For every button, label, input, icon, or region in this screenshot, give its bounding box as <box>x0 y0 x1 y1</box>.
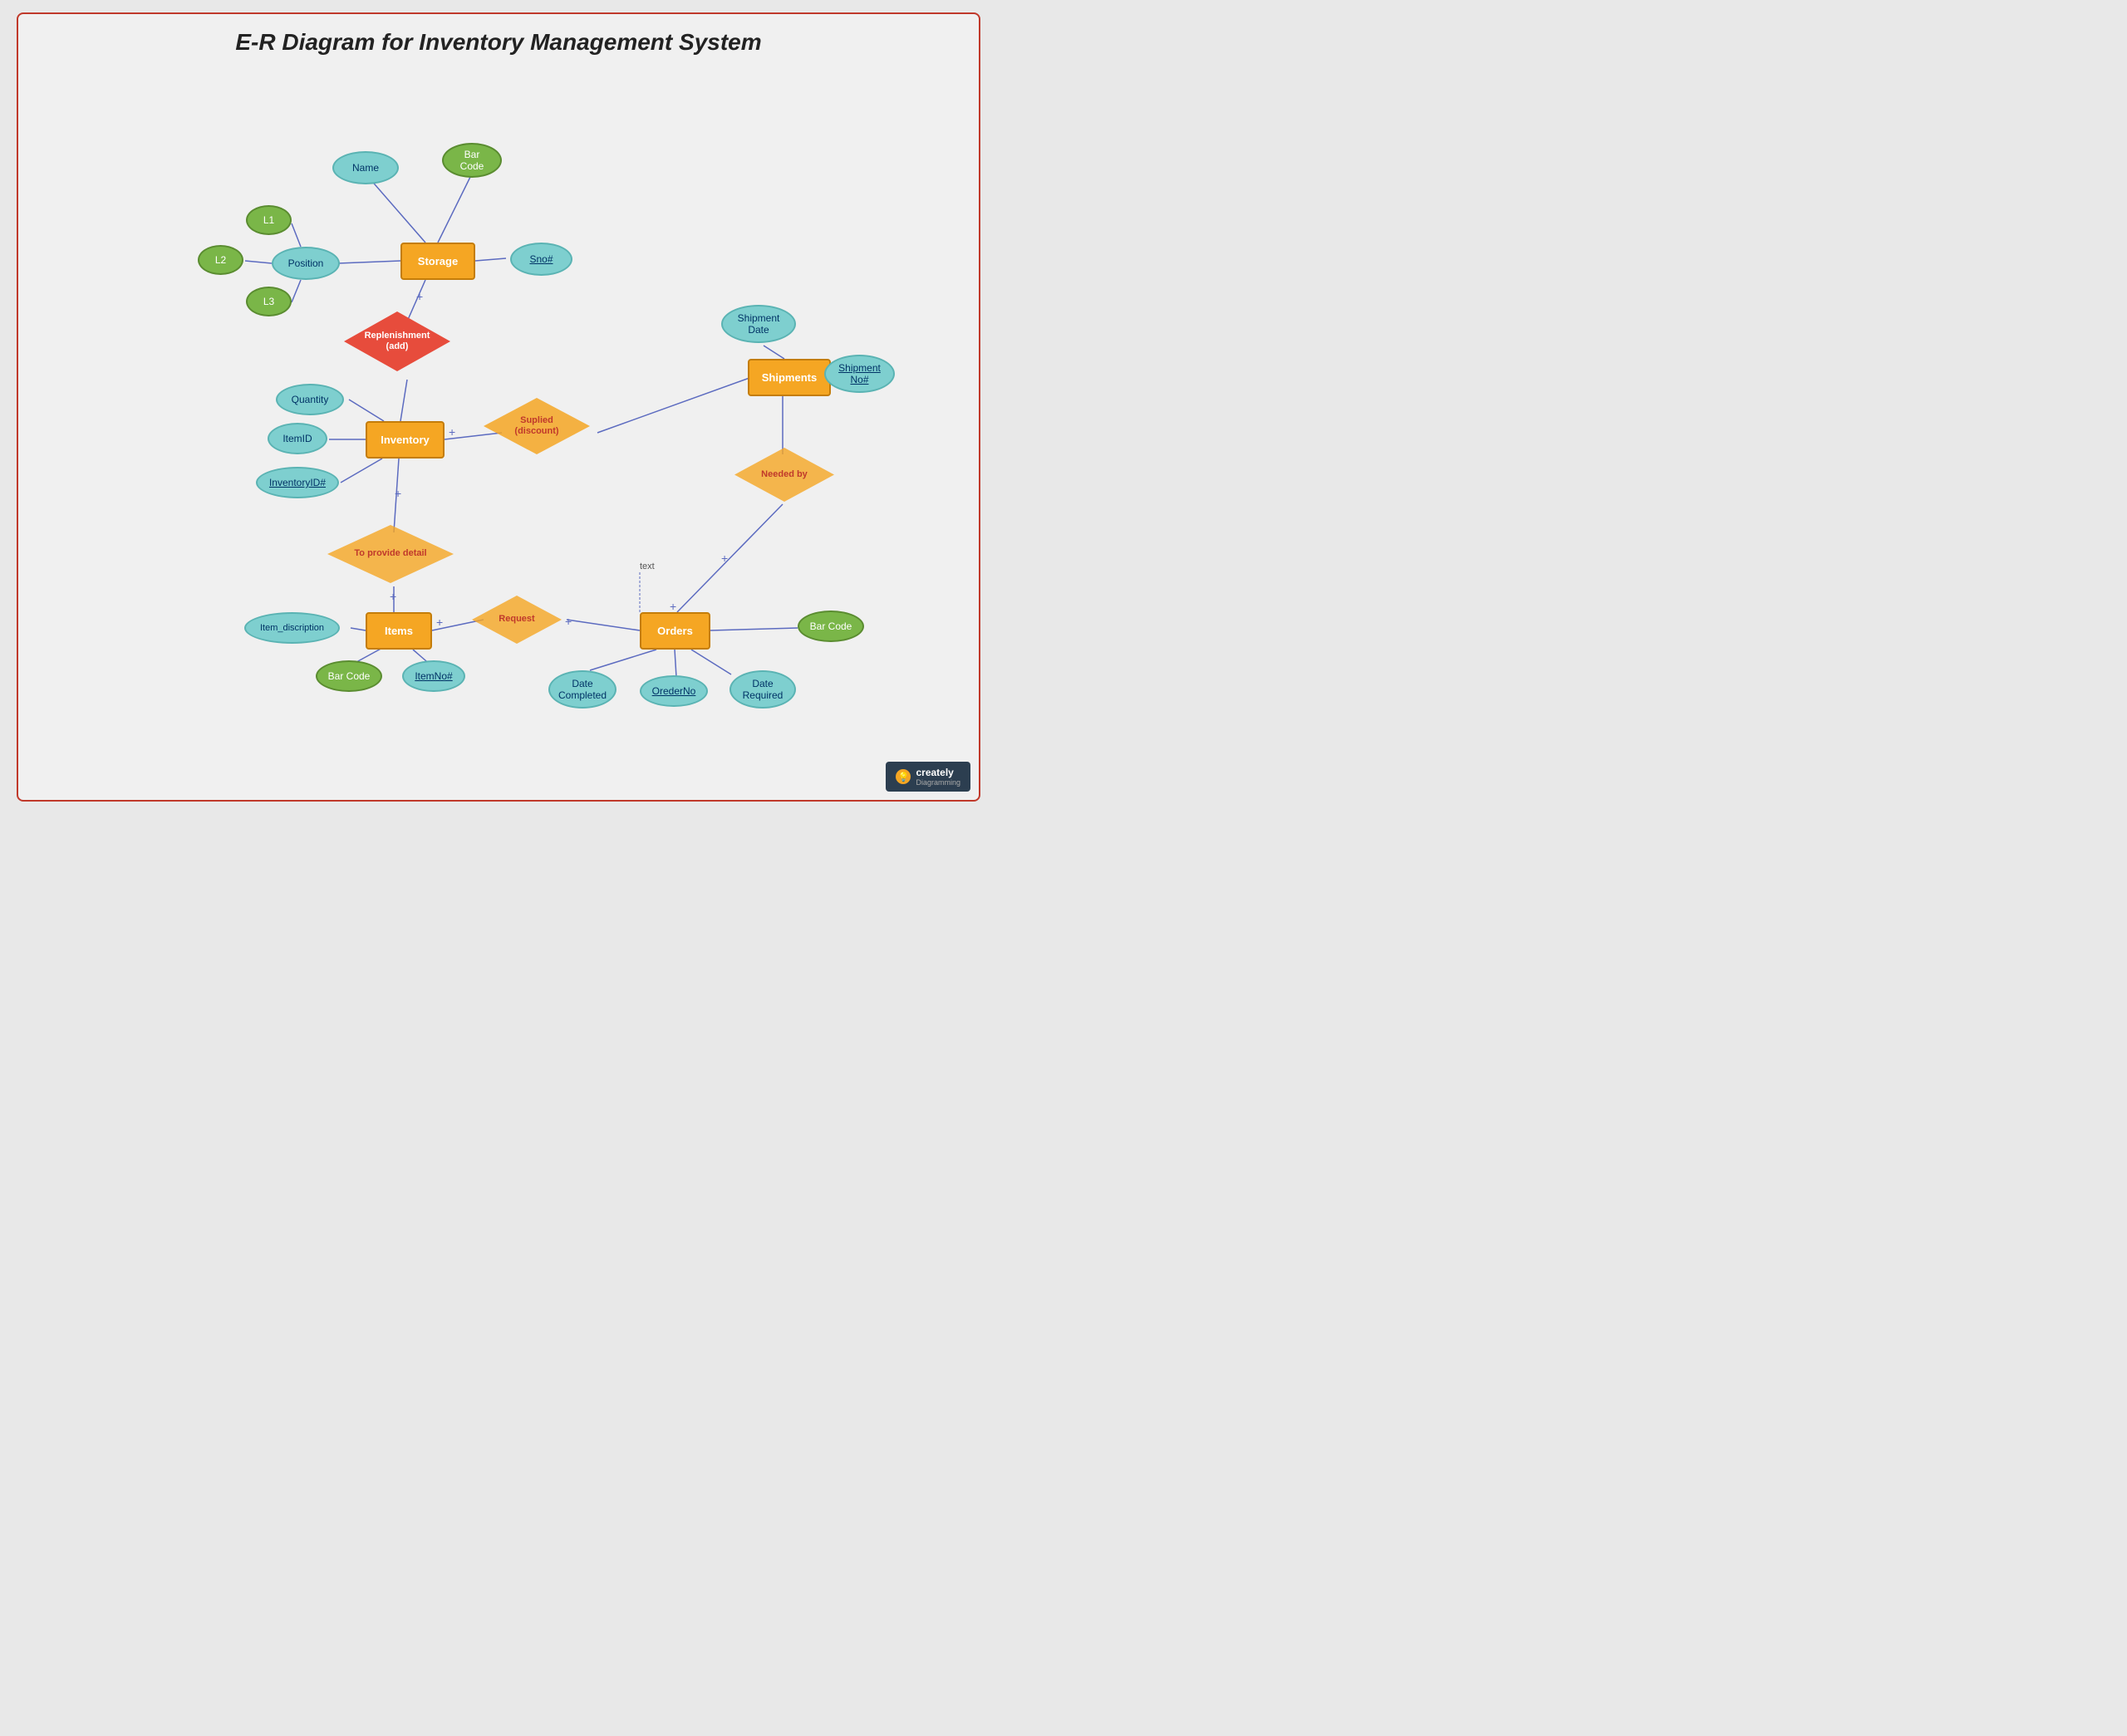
svg-text:text: text <box>640 562 655 571</box>
attribute-barcode-storage: BarCode <box>442 143 502 178</box>
svg-text:+: + <box>395 487 401 500</box>
attribute-shipmentdate: ShipmentDate <box>721 305 796 343</box>
attribute-name: Name <box>332 151 399 184</box>
entity-orders: Orders <box>640 612 710 650</box>
svg-text:+: + <box>449 425 455 439</box>
relationship-supplied: Suplied(discount) <box>484 398 590 454</box>
entity-items: Items <box>366 612 432 650</box>
creately-badge: 💡 creately Diagramming <box>886 762 970 792</box>
attribute-inventoryid: InventoryID# <box>256 467 339 498</box>
attribute-itemid: ItemID <box>268 423 327 454</box>
svg-text:+: + <box>390 590 396 603</box>
relationship-to-provide-detail: To provide detail <box>327 525 454 583</box>
entity-inventory: Inventory <box>366 421 445 459</box>
attribute-datecompleted: DateCompleted <box>548 670 616 709</box>
attribute-l1: L1 <box>246 205 292 235</box>
svg-text:+: + <box>565 615 572 628</box>
svg-text:+: + <box>670 600 676 613</box>
relationship-replenishment: Replenishment(add) <box>344 311 450 371</box>
svg-text:+: + <box>416 290 423 303</box>
attribute-orderno: OrederNo <box>640 675 708 707</box>
diagram-container: E-R Diagram for Inventory Management Sys… <box>17 12 980 802</box>
relationship-request: Request <box>472 596 562 644</box>
attribute-barcode-orders: Bar Code <box>798 611 864 642</box>
bulb-icon: 💡 <box>896 769 911 784</box>
attribute-l2: L2 <box>198 245 243 275</box>
diagram-title: E-R Diagram for Inventory Management Sys… <box>18 14 979 62</box>
svg-text:+: + <box>436 615 443 629</box>
attribute-position: Position <box>272 247 340 280</box>
attribute-barcode-items: Bar Code <box>316 660 382 692</box>
attribute-daterequired: DateRequired <box>729 670 796 709</box>
entity-shipments: Shipments <box>748 359 831 396</box>
attribute-shipmentno: ShipmentNo# <box>824 355 895 393</box>
attribute-item-description: Item_discription <box>244 612 340 644</box>
attribute-sno: Sno# <box>510 243 572 276</box>
attribute-itemno: ItemNo# <box>402 660 465 692</box>
svg-text:+: + <box>721 552 728 565</box>
entity-storage: Storage <box>400 243 475 280</box>
attribute-l3: L3 <box>246 287 292 316</box>
relationship-needed-by: Needed by <box>734 448 834 502</box>
attribute-quantity: Quantity <box>276 384 344 415</box>
